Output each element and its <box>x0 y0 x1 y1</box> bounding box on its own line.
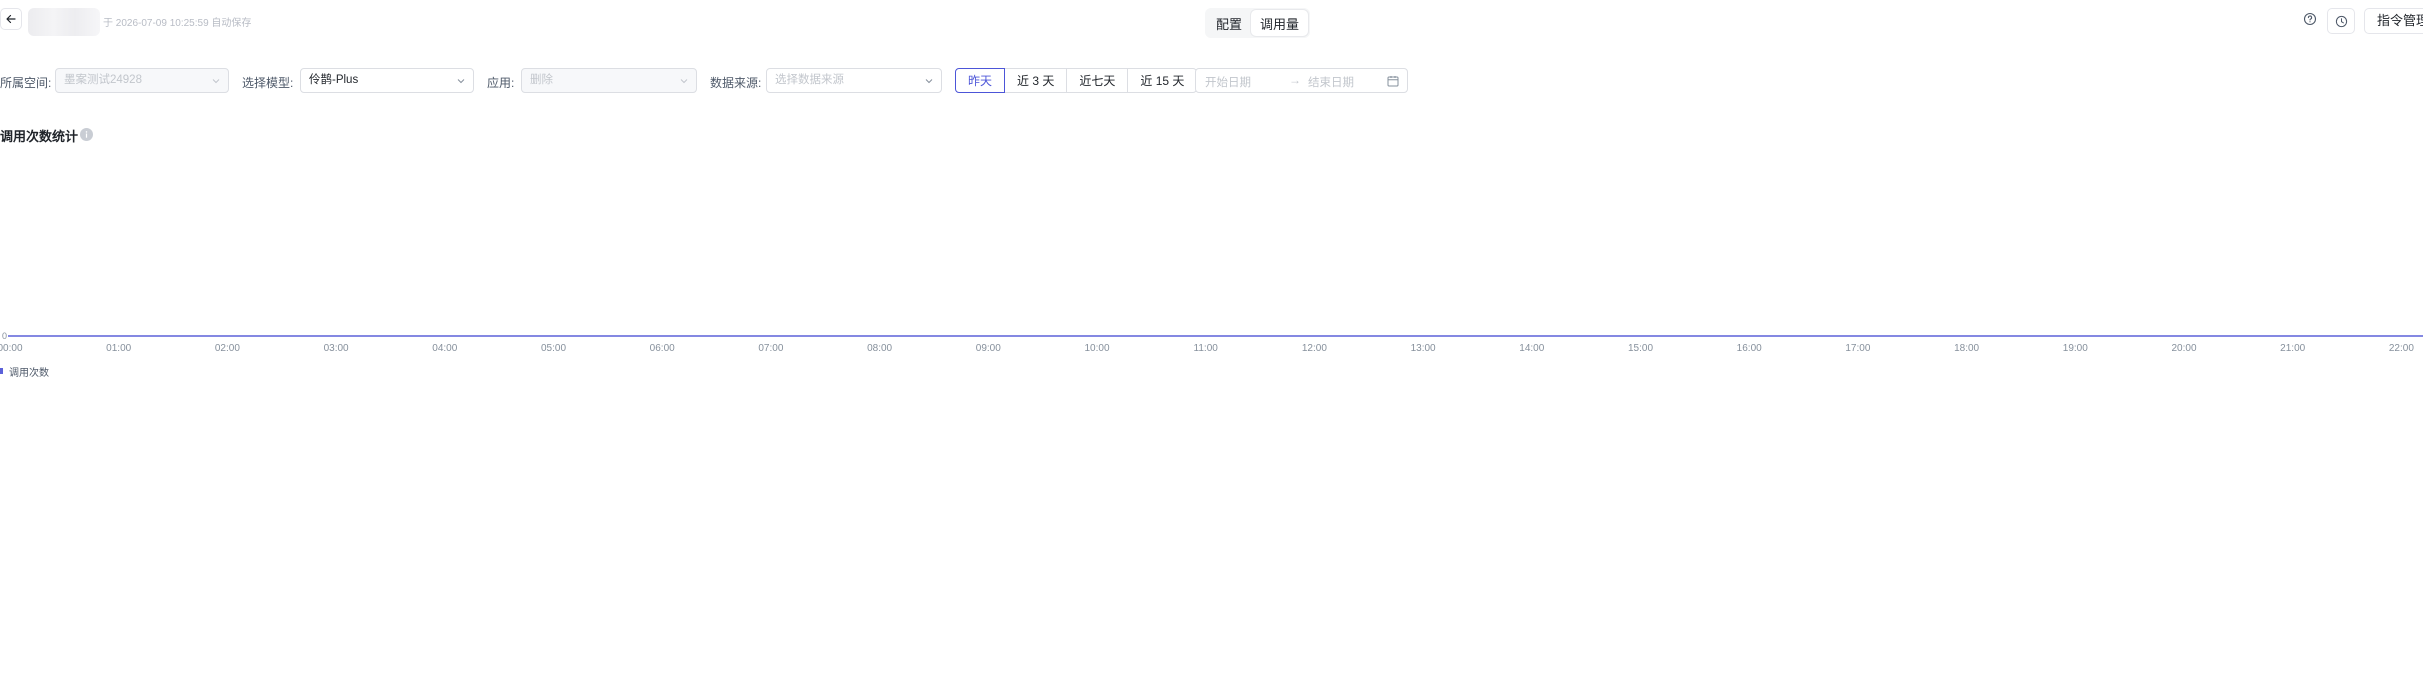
chevron-down-icon <box>457 79 465 84</box>
filter-bar: 所属空间: 墨案测试24928 选择模型: 伶鹊-Plus 应用: 删除 数据来… <box>0 68 2423 94</box>
model-value: 伶鹊-Plus <box>309 74 359 86</box>
x-tick-label: 19:00 <box>2063 343 2088 354</box>
model-label: 选择模型: <box>242 76 294 90</box>
x-tick-label: 15:00 <box>1628 343 1653 354</box>
section-title: 调用次数统计 <box>0 129 79 144</box>
info-icon[interactable] <box>80 128 93 141</box>
autosave-status: 于 2026-07-09 10:25:59 自动保存 <box>103 18 252 29</box>
range-3-days[interactable]: 近 3 天 <box>1004 68 1068 93</box>
tab-config[interactable]: 配置 <box>1207 10 1251 36</box>
calendar-icon <box>1387 76 1399 87</box>
end-date-input[interactable]: 结束日期 <box>1308 74 1354 90</box>
chevron-down-icon <box>925 79 933 84</box>
x-tick-label: 03:00 <box>324 343 349 354</box>
x-tick-label: 06:00 <box>650 343 675 354</box>
legend-label: 调用次数 <box>9 367 49 379</box>
usage-line-chart: 0 00:00 01:00 02:00 03:00 04:00 05:00 06:00 07:0… <box>0 331 2423 354</box>
x-tick-label: 05:00 <box>541 343 566 354</box>
command-manage-button[interactable]: 指令管理 <box>2364 8 2423 34</box>
back-button[interactable] <box>0 8 22 30</box>
start-date-input[interactable]: 开始日期 <box>1205 74 1251 90</box>
range-yesterday[interactable]: 昨天 <box>955 68 1006 93</box>
x-tick-label: 14:00 <box>1519 343 1544 354</box>
x-tick-label: 00:00 <box>0 343 23 354</box>
date-range-picker[interactable]: 开始日期 → 结束日期 <box>1195 68 1408 93</box>
x-tick-label: 02:00 <box>215 343 240 354</box>
x-tick-label: 18:00 <box>1954 343 1979 354</box>
range-15-days[interactable]: 近 15 天 <box>1127 68 1198 93</box>
x-tick-label: 04:00 <box>432 343 457 354</box>
x-tick-label: 09:00 <box>976 343 1001 354</box>
range-7-days[interactable]: 近七天 <box>1066 68 1129 93</box>
x-tick-label: 22:00 <box>2389 343 2414 354</box>
x-tick-label: 13:00 <box>1411 343 1436 354</box>
y-tick-label: 0 <box>2 331 7 341</box>
chart-legend[interactable]: 调用次数 <box>0 364 49 379</box>
x-tick-label: 07:00 <box>758 343 783 354</box>
source-label: 数据来源: <box>710 76 762 90</box>
x-tick-label: 17:00 <box>1845 343 1870 354</box>
quick-range-group: 昨天 近 3 天 近七天 近 15 天 <box>955 68 1198 93</box>
app-label: 应用: <box>487 76 515 90</box>
x-tick-label: 01:00 <box>106 343 131 354</box>
app-avatar <box>28 8 100 36</box>
source-select[interactable]: 选择数据来源 <box>766 68 942 93</box>
x-tick-label: 20:00 <box>2171 343 2196 354</box>
chevron-down-icon <box>212 79 220 84</box>
x-tick-label: 08:00 <box>867 343 892 354</box>
clock-icon <box>2335 15 2347 27</box>
help-circle-icon[interactable] <box>2303 12 2317 26</box>
tab-usage[interactable]: 调用量 <box>1251 10 1309 36</box>
workspace-label: 所属空间: <box>0 76 52 90</box>
legend-swatch <box>0 368 3 374</box>
x-tick-label: 21:00 <box>2280 343 2305 354</box>
top-bar: 于 2026-07-09 10:25:59 自动保存 配置 调用量 指令管理 <box>0 0 2423 44</box>
x-tick-label: 10:00 <box>1084 343 1109 354</box>
x-tick-label: 12:00 <box>1302 343 1327 354</box>
app-value: 删除 <box>530 74 553 86</box>
workspace-value: 墨案测试24928 <box>64 74 142 86</box>
source-placeholder: 选择数据来源 <box>775 74 844 86</box>
model-select[interactable]: 伶鹊-Plus <box>300 68 474 93</box>
range-separator: → <box>1289 73 1301 87</box>
history-button[interactable] <box>2327 8 2355 34</box>
x-tick-label: 11:00 <box>1194 343 1219 354</box>
x-tick-label: 16:00 <box>1737 343 1762 354</box>
workspace-select[interactable]: 墨案测试24928 <box>55 68 229 93</box>
arrow-left-icon <box>6 14 16 24</box>
chevron-down-icon <box>680 79 688 84</box>
app-select[interactable]: 删除 <box>521 68 697 93</box>
view-switch: 配置 调用量 <box>1205 8 1311 38</box>
